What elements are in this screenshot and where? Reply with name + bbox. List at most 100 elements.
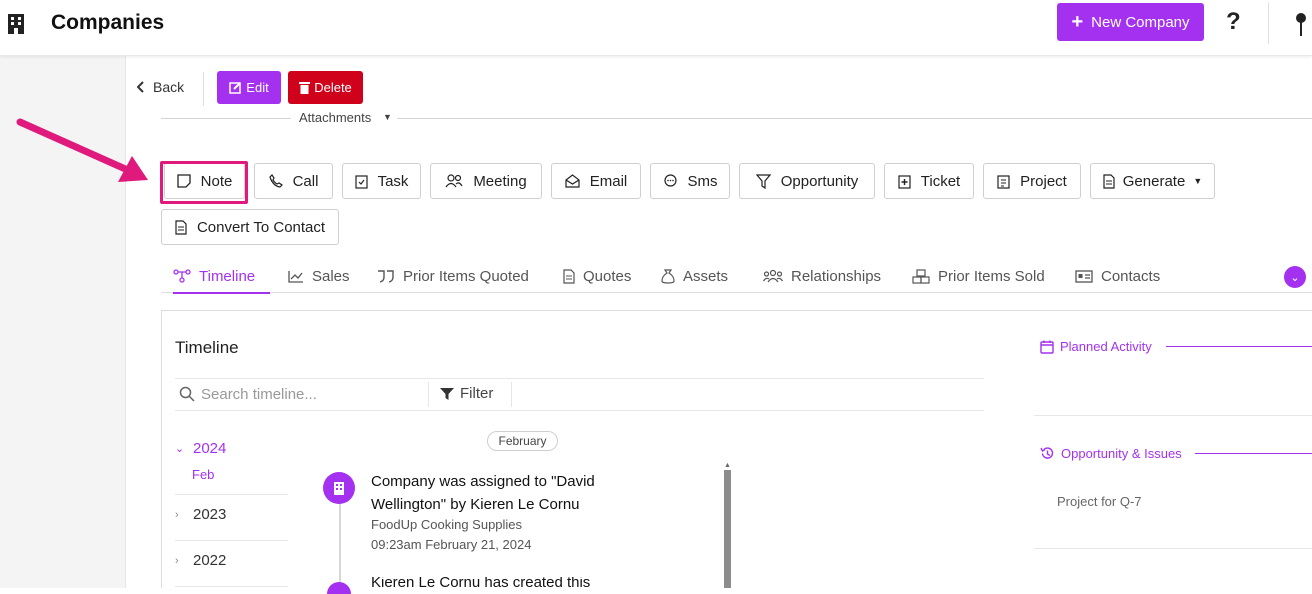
id-card-icon — [1075, 269, 1093, 283]
tab-assets[interactable]: Assets — [661, 260, 728, 292]
month-feb[interactable]: Feb — [192, 467, 214, 482]
sitemap-icon — [173, 269, 191, 283]
task-button[interactable]: Task — [342, 163, 421, 199]
caret-down-icon[interactable]: ▼ — [383, 112, 392, 122]
generate-dropdown[interactable]: Generate ▼ — [1090, 163, 1215, 199]
divider — [428, 382, 429, 407]
trash-icon — [299, 82, 311, 94]
opportunity-issues-label: Opportunity & Issues — [1061, 446, 1182, 461]
timeline-event-dot — [323, 472, 355, 504]
back-button[interactable]: Back — [137, 79, 184, 95]
tab-assets-label: Assets — [683, 267, 729, 285]
edit-button[interactable]: Edit — [217, 71, 281, 104]
chevron-right-icon: › — [175, 554, 179, 567]
scrollbar[interactable] — [724, 470, 731, 588]
document-icon — [563, 268, 575, 284]
meeting-label: Meeting — [473, 172, 527, 190]
new-company-button[interactable]: + New Company — [1057, 3, 1204, 41]
document-icon — [175, 219, 187, 235]
calendar-icon — [1040, 340, 1054, 354]
line-chart-icon — [288, 270, 303, 283]
tab-prior-items-quoted[interactable]: Prior Items Quoted — [377, 260, 529, 292]
event-title-text: Kieren Le Cornu has created this company — [371, 577, 591, 588]
divider — [175, 586, 288, 587]
tab-contacts[interactable]: Contacts — [1075, 260, 1160, 292]
users-icon — [445, 174, 463, 188]
back-label: Back — [153, 79, 185, 95]
year-2022[interactable]: › 2022 — [175, 552, 226, 569]
filter-icon — [440, 387, 454, 400]
document-icon — [1103, 173, 1115, 189]
year-2024[interactable]: ⌄ 2024 — [175, 440, 226, 457]
project-button[interactable]: Project — [983, 163, 1081, 199]
divider — [175, 540, 288, 541]
tab-timeline[interactable]: Timeline — [173, 260, 270, 294]
scroll-up-icon[interactable]: ▲ — [724, 462, 731, 469]
email-label: Email — [589, 172, 628, 190]
building-icon — [334, 482, 344, 495]
year-2023[interactable]: › 2023 — [175, 506, 226, 523]
attachments-toggle[interactable]: Attachments — [299, 110, 371, 125]
search-timeline-input[interactable] — [201, 383, 421, 405]
timeline-title: Timeline — [175, 338, 239, 357]
quote-icon — [378, 269, 394, 283]
page-title: Companies — [51, 11, 165, 34]
divider — [1034, 548, 1312, 549]
building-icon — [8, 14, 24, 34]
opportunity-issues-header[interactable]: Opportunity & Issues — [1040, 446, 1182, 461]
chevron-left-icon — [137, 81, 144, 93]
tab-prior-items-sold[interactable]: Prior Items Sold — [912, 260, 1045, 292]
task-label: Task — [377, 172, 409, 190]
opportunity-item[interactable]: Project for Q-7 — [1057, 494, 1142, 509]
sms-button[interactable]: Sms — [650, 163, 730, 199]
tab-relationships[interactable]: Relationships — [763, 260, 881, 292]
top-bar: Companies + New Company ? — [0, 0, 1312, 56]
tab-quotes-label: Quotes — [583, 267, 632, 285]
planned-activity-header[interactable]: Planned Activity — [1040, 339, 1152, 354]
divider — [203, 72, 204, 106]
note-highlight — [160, 161, 248, 204]
planned-activity-label: Planned Activity — [1060, 339, 1152, 354]
divider — [397, 118, 1312, 119]
filter-button[interactable]: Filter — [440, 385, 493, 402]
divider — [175, 494, 288, 495]
event-company[interactable]: FoodUp Cooking Supplies — [371, 517, 522, 532]
sms-label: Sms — [687, 172, 718, 190]
opportunity-button[interactable]: Opportunity — [739, 163, 875, 199]
search-icon — [179, 386, 195, 402]
boxes-icon — [912, 268, 930, 284]
edit-icon — [229, 82, 242, 94]
convert-label: Convert To Contact — [196, 218, 326, 236]
delete-label: Delete — [314, 80, 352, 95]
caret-down-icon: ▼ — [1193, 176, 1203, 186]
pin-icon[interactable] — [1294, 12, 1308, 38]
help-icon[interactable]: ? — [1226, 8, 1241, 36]
convert-to-contact-button[interactable]: Convert To Contact — [161, 209, 339, 245]
more-tabs-chevron-icon[interactable]: ⌄ — [1284, 266, 1306, 288]
ticket-button[interactable]: Ticket — [884, 163, 974, 199]
tab-sales[interactable]: Sales — [288, 260, 350, 292]
divider — [1268, 2, 1269, 44]
filter-icon — [755, 173, 771, 189]
tab-prior-sold-label: Prior Items Sold — [938, 267, 1045, 285]
divider — [1195, 453, 1312, 454]
year-label: 2023 — [193, 506, 227, 523]
generate-label: Generate — [1122, 172, 1186, 190]
ticket-label: Ticket — [920, 172, 961, 190]
divider — [1166, 346, 1312, 347]
new-company-label: New Company — [1091, 13, 1190, 31]
meeting-button[interactable]: Meeting — [430, 163, 542, 199]
opportunity-label: Opportunity — [780, 172, 859, 190]
month-pill: February — [487, 431, 558, 451]
chevron-down-icon: ⌄ — [175, 443, 185, 455]
tab-quotes[interactable]: Quotes — [563, 260, 631, 292]
tab-timeline-label: Timeline — [199, 267, 256, 285]
divider — [1034, 415, 1312, 416]
annotation-arrow-icon — [16, 118, 148, 182]
chat-icon — [663, 174, 677, 187]
envelope-open-icon — [565, 174, 580, 188]
email-button[interactable]: Email — [551, 163, 641, 199]
delete-button[interactable]: Delete — [288, 71, 363, 104]
chevron-right-icon: › — [175, 508, 179, 521]
call-button[interactable]: Call — [254, 163, 333, 199]
